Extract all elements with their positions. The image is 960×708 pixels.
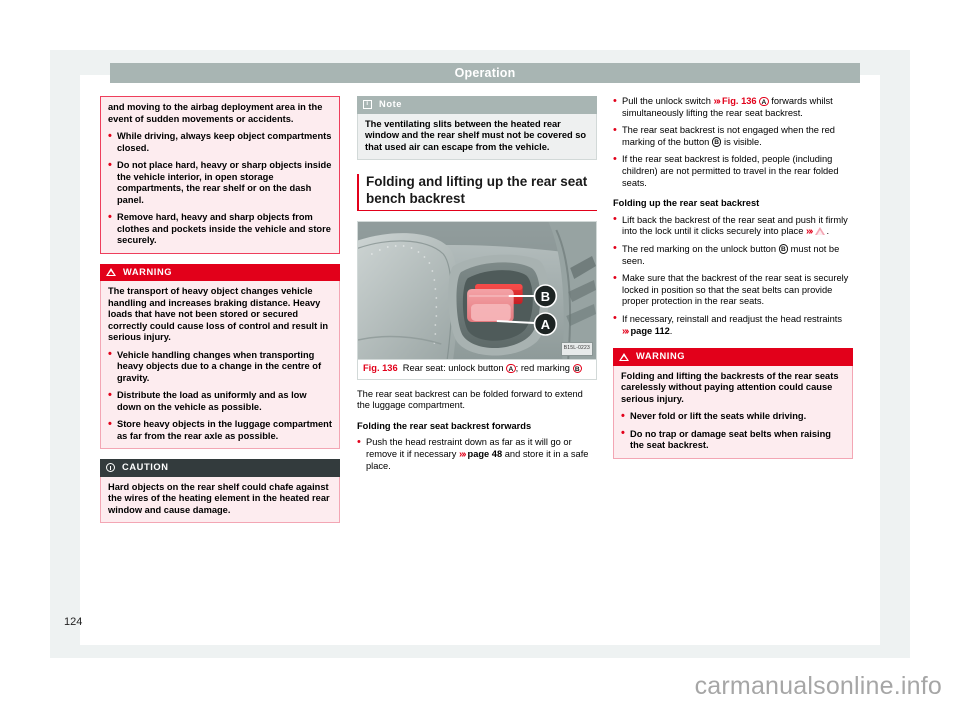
warning-bullet-3: Store heavy objects in the luggage compa… xyxy=(108,419,332,442)
right-warning-bullet-2: Do no trap or damage seat belts when rai… xyxy=(621,428,845,452)
right-bullet-6: Make sure that the backrest of the rear … xyxy=(613,273,853,308)
warning-bullet-1: Vehicle handling changes when transporti… xyxy=(108,349,332,385)
section-heading: Folding and lifting up the rear seat ben… xyxy=(357,174,597,212)
right-bullet-1-ref: Fig. 136 xyxy=(721,96,757,106)
right-bullet-7-text-a: If necessary, reinstall and readjust the… xyxy=(622,313,842,324)
caution-box-header: CAUTION xyxy=(100,459,340,477)
right-sub-heading: Folding up the rear seat backrest xyxy=(613,198,760,209)
right-bullet-5-marker-b: B xyxy=(778,244,789,254)
right-warning-box-title: WARNING xyxy=(636,351,686,362)
figure-caption-part-2: ; red marking xyxy=(515,363,573,374)
column-left: and moving to the airbag deployment area… xyxy=(100,96,340,533)
figure-image-code: B15L-0223 xyxy=(560,341,593,357)
warning-intro: The transport of heavy object changes ve… xyxy=(108,286,329,343)
warning-continued-bullet-3: Remove hard, heavy and sharp objects fro… xyxy=(108,212,332,247)
chevron-right-icon: »› xyxy=(713,96,720,107)
warning-triangle-icon xyxy=(815,227,826,236)
note-box-title: Note xyxy=(379,99,403,109)
warning-continued-intro: and moving to the airbag deployment area… xyxy=(108,102,323,124)
warning-continued-bullet-1: While driving, always keep object compar… xyxy=(108,131,332,154)
caution-box-title: CAUTION xyxy=(122,462,169,473)
svg-text:A: A xyxy=(541,317,550,332)
middle-intro-paragraph: The rear seat backrest can be folded for… xyxy=(357,388,583,411)
chevron-right-icon: »› xyxy=(622,325,629,337)
figure-image: B A B15L-0223 xyxy=(358,222,596,360)
warning-box-header: WARNING xyxy=(100,263,340,282)
warning-bullet-2: Distribute the load as uniformly and as … xyxy=(108,390,332,413)
right-bullet-1: Pull the unlock switch »› Fig. 136 A for… xyxy=(613,95,853,119)
warning-box-title: WARNING xyxy=(123,266,173,277)
note-box-header: i Note xyxy=(357,96,597,114)
figure-marker-b: B xyxy=(572,363,583,374)
warning-continued-bullet-2: Do not place hard, heavy or sharp object… xyxy=(108,160,332,206)
right-bullet-4: Lift back the backrest of the rear seat … xyxy=(613,214,853,238)
figure-caption-part-1: Rear seat: unlock button xyxy=(402,363,507,374)
svg-text:B: B xyxy=(541,289,550,304)
right-bullet-7-ref: page 112 xyxy=(630,325,670,336)
right-bullet-5-text-a: The red marking on the unlock button xyxy=(622,243,779,254)
chevron-right-icon: »› xyxy=(459,449,466,461)
right-bullet-4-text-b: . xyxy=(826,226,830,237)
right-bullet-1-text-a: Pull the unlock switch xyxy=(622,96,714,106)
warning-box-continued: and moving to the airbag deployment area… xyxy=(100,96,340,254)
right-bullet-2: The rear seat backrest is not engaged wh… xyxy=(613,125,853,148)
right-warning-box: WARNING Folding and lifting the backrest… xyxy=(613,348,853,459)
right-bullet-2-marker-b: B xyxy=(711,137,722,147)
warning-triangle-icon xyxy=(619,352,629,361)
rear-seat-photo-illustration: B A xyxy=(358,222,596,360)
caution-text: Hard objects on the rear shelf could cha… xyxy=(108,481,330,515)
right-bullet-2-text-b: is visible. xyxy=(721,136,762,147)
figure-136: B A B15L-0223 Fig. 136 Rear seat: unlock… xyxy=(357,221,597,380)
right-warning-intro: Folding and lifting the backrests of the… xyxy=(621,370,839,404)
warning-box-continued-body: and moving to the airbag deployment area… xyxy=(100,96,340,254)
caution-box: CAUTION Hard objects on the rear shelf c… xyxy=(100,459,340,524)
watermark: carmanualsonline.info xyxy=(694,672,942,700)
figure-number: Fig. 136 xyxy=(363,363,398,374)
page-header-title: Operation xyxy=(110,63,860,83)
info-icon: i xyxy=(363,100,372,110)
page-number: 124 xyxy=(64,616,83,628)
figure-marker-a: A xyxy=(506,363,516,374)
figure-caption: Fig. 136 Rear seat: unlock button A; red… xyxy=(358,359,596,379)
middle-sub-heading: Folding the rear seat backrest forwards xyxy=(357,420,532,431)
right-warning-box-header: WARNING xyxy=(613,348,853,366)
column-right: Pull the unlock switch »› Fig. 136 A for… xyxy=(613,95,853,469)
right-bullet-5: The red marking on the unlock button B m… xyxy=(613,243,853,267)
right-bullet-4-text-a: Lift back the backrest of the rear seat … xyxy=(622,214,848,237)
column-middle: i Note The ventilating slits between the… xyxy=(357,96,597,472)
note-text: The ventilating slits between the heated… xyxy=(365,118,587,152)
warning-box-body: The transport of heavy object changes ve… xyxy=(100,281,340,450)
right-warning-box-body: Folding and lifting the backrests of the… xyxy=(613,365,853,459)
caution-box-body: Hard objects on the rear shelf could cha… xyxy=(100,476,340,524)
warning-box: WARNING The transport of heavy object ch… xyxy=(100,263,340,450)
middle-bullet-1: Push the head restraint down as far as i… xyxy=(357,437,597,472)
chevron-right-icon: »› xyxy=(805,226,813,238)
note-box: i Note The ventilating slits between the… xyxy=(357,96,597,161)
exclamation-circle-icon xyxy=(106,463,115,473)
right-bullet-7: If necessary, reinstall and readjust the… xyxy=(613,313,853,337)
right-bullet-3: If the rear seat backrest is folded, peo… xyxy=(613,154,853,189)
middle-bullet-1-ref: page 48 xyxy=(467,449,503,460)
note-box-body: The ventilating slits between the heated… xyxy=(357,113,597,161)
right-bullet-1-marker-a: A xyxy=(759,96,769,106)
right-bullet-7-text-b: . xyxy=(669,325,673,336)
right-warning-bullet-1: Never fold or lift the seats while drivi… xyxy=(621,411,845,423)
warning-triangle-icon xyxy=(106,268,116,277)
